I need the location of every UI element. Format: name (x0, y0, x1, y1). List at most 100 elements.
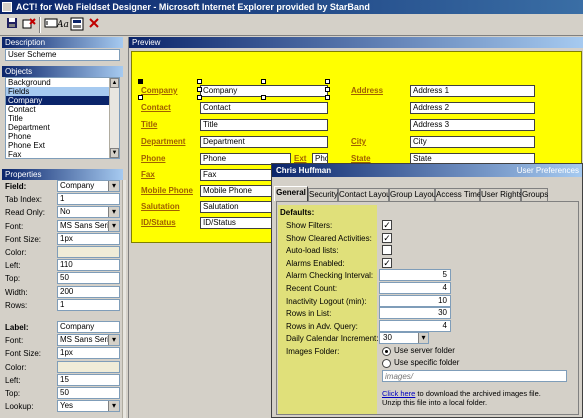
calendar-increment-dropdown[interactable]: 30 ▾ (379, 332, 429, 345)
property-input[interactable]: 15 (57, 373, 120, 386)
property-input[interactable]: Company (57, 321, 120, 333)
preview-field-input[interactable]: Title (200, 119, 328, 131)
preview-field-input[interactable]: Address 1 (410, 85, 535, 97)
preview-field-label[interactable]: Contact (141, 103, 171, 113)
preview-field-label[interactable]: Title (141, 120, 157, 130)
preview-field-label[interactable]: Fax (141, 170, 155, 180)
properties-icon[interactable] (69, 17, 85, 33)
radio-server-folder[interactable] (382, 347, 391, 356)
preview-field-label[interactable]: City (351, 137, 366, 147)
property-row: Field: Company (2, 180, 120, 193)
property-input[interactable]: 1 (57, 193, 120, 206)
objects-list-item[interactable]: Department (6, 123, 110, 132)
objects-list-item[interactable]: Fax (6, 150, 110, 158)
property-dropdown[interactable]: Company (57, 180, 120, 192)
preview-field-input[interactable]: Department (200, 136, 328, 148)
preview-field-label[interactable]: Salutation (141, 202, 180, 212)
objects-list-item[interactable]: Company (6, 96, 110, 105)
property-input[interactable] (57, 360, 120, 373)
pref-checkbox-row: Show Cleared Activities: ✓ (280, 232, 572, 245)
checkbox-checked-icon[interactable]: ✓ (382, 220, 392, 230)
tab-contact-layout[interactable]: Contact Layout (338, 188, 393, 201)
description-input[interactable]: User Scheme (5, 49, 120, 61)
selection-handle[interactable] (261, 95, 266, 100)
pref-label: Show Filters: (286, 221, 333, 230)
property-input[interactable]: 110 (57, 259, 120, 272)
selection-handle[interactable] (197, 79, 202, 84)
images-path-input[interactable] (382, 370, 567, 382)
save-icon[interactable] (4, 17, 20, 33)
calendar-increment-value: 30 (383, 333, 392, 343)
radio-specific-folder[interactable] (382, 359, 391, 368)
objects-scrollbar[interactable]: ▲ ▼ (109, 78, 119, 158)
preview-field-label[interactable]: Company (141, 86, 177, 96)
selection-handle[interactable] (138, 95, 143, 100)
preview-field-label[interactable]: ID/Status (141, 218, 176, 228)
property-input[interactable]: 50 (57, 272, 120, 285)
preview-field-input[interactable]: Address 2 (410, 102, 535, 114)
property-dropdown[interactable]: No (57, 206, 120, 219)
property-dropdown[interactable]: MS Sans Serif (57, 219, 120, 232)
property-label: Field: (5, 182, 27, 191)
selection-handle[interactable] (261, 79, 266, 84)
preview-field-input[interactable]: Address 3 (410, 119, 535, 131)
pref-label: Alarm Checking Interval: (286, 271, 374, 281)
property-row: Left: 110 (2, 259, 120, 272)
pref-number-row: Rows in List: 30 (280, 307, 572, 320)
pref-number-row: Alarm Checking Interval: 5 (280, 269, 572, 282)
pref-number-input[interactable]: 10 (379, 294, 451, 307)
tab-general[interactable]: General (274, 186, 308, 201)
scroll-down-icon[interactable]: ▼ (110, 148, 119, 158)
preview-field-label[interactable]: Mobile Phone (141, 186, 193, 196)
pref-number-input[interactable]: 5 (379, 269, 451, 282)
objects-list-item[interactable]: Background (6, 78, 110, 87)
objects-list-item[interactable]: Contact (6, 105, 110, 114)
objects-list-item[interactable]: Title (6, 114, 110, 123)
objects-listbox[interactable]: Background Fields Company Contact Title Depar… (5, 77, 120, 159)
tab-access-time[interactable]: Access Time (435, 188, 481, 201)
tab-group-layout[interactable]: Group Layout (389, 188, 438, 201)
property-input[interactable]: 50 (57, 387, 120, 399)
tab-security[interactable]: Security (308, 188, 338, 201)
property-dropdown[interactable]: Yes (57, 400, 120, 413)
defaults-heading: Defaults: (280, 208, 315, 217)
delete-field-icon[interactable] (21, 17, 37, 33)
scroll-up-icon[interactable]: ▲ (110, 78, 119, 88)
selection-handle[interactable] (325, 79, 330, 84)
preview-field-label[interactable]: Address (351, 86, 383, 96)
property-label: Left: (5, 375, 21, 385)
preview-field-input[interactable]: City (410, 136, 535, 148)
checkbox-checked-icon[interactable]: ✓ (382, 232, 392, 243)
property-input[interactable] (57, 246, 120, 258)
checkbox-unchecked-icon[interactable] (382, 245, 392, 256)
selection-handle[interactable] (197, 87, 202, 92)
selection-handle[interactable] (325, 87, 330, 92)
pref-number-input[interactable]: 4 (379, 282, 451, 294)
download-images-text: Click here to download the archived imag… (382, 389, 541, 398)
preview-field-label[interactable]: Department (141, 137, 185, 147)
property-dropdown[interactable]: MS Sans Serif (57, 334, 120, 347)
properties-scrollbar[interactable] (122, 180, 126, 418)
property-input[interactable]: 200 (57, 285, 120, 298)
pref-number-input[interactable]: 30 (379, 307, 451, 320)
checkbox-checked-icon[interactable]: ✓ (382, 257, 392, 268)
selection-handle[interactable] (197, 95, 202, 100)
selection-handle[interactable] (138, 79, 143, 84)
preview-field-label[interactable]: Phone (141, 154, 165, 164)
property-input[interactable]: 1px (57, 347, 120, 360)
pref-calendar-row: Daily Calendar Increment: 30 ▾ (280, 332, 572, 345)
objects-list-item[interactable]: Phone Ext (6, 141, 110, 150)
objects-list-item[interactable]: Fields (6, 87, 110, 96)
pref-number-input[interactable]: 4 (379, 319, 451, 332)
preview-field-input[interactable]: Contact (200, 102, 328, 114)
tab-user-rights[interactable]: User Rights (480, 188, 523, 201)
download-images-link[interactable]: Click here (382, 389, 415, 398)
property-label: Color: (5, 362, 27, 372)
chevron-down-icon[interactable]: ▾ (418, 333, 428, 344)
selection-handle[interactable] (325, 95, 330, 100)
objects-list-item[interactable]: Phone (6, 132, 110, 141)
property-input[interactable]: 1 (57, 298, 120, 311)
tab-groups[interactable]: Groups (521, 188, 548, 201)
property-input[interactable]: 1px (57, 232, 120, 245)
close-icon[interactable] (86, 17, 102, 33)
